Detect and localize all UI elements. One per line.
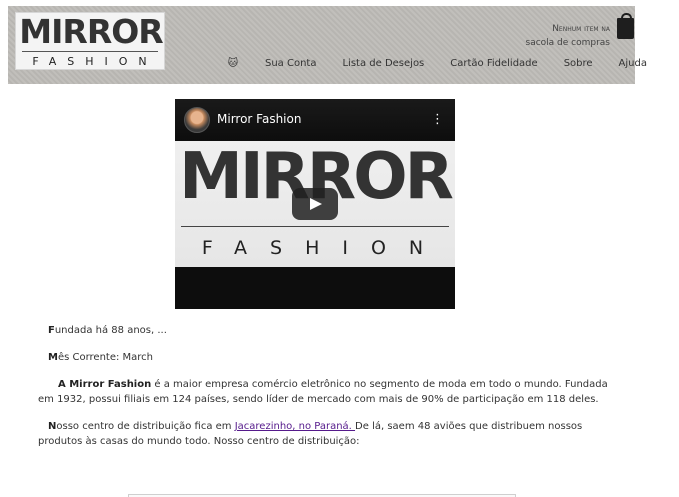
cart-status: Nenhum item na sacola de compras (526, 22, 611, 50)
more-vertical-icon[interactable]: ⋮ (431, 112, 444, 128)
drop-letter: F (48, 325, 55, 336)
brand-name: A Mirror Fashion (58, 379, 152, 390)
distribution-paragraph: Nosso centro de distribuição fica em Jac… (38, 419, 608, 449)
video-header: Mirror Fashion ⋮ (175, 99, 455, 141)
drop-letter: N (48, 421, 57, 432)
logo-title: MIRROR (19, 12, 163, 51)
video-frame-subtitle: FASHION (201, 237, 447, 259)
nav-lista-de-desejos[interactable]: Lista de Desejos (342, 58, 424, 69)
main-nav: 🐱 Sua Conta Lista de Desejos Cartão Fide… (227, 56, 647, 70)
nav-ajuda[interactable]: Ajuda (619, 58, 647, 69)
cat-icon[interactable]: 🐱 (227, 58, 239, 69)
founded-paragraph: Fundada há 88 anos, ... (38, 323, 608, 338)
video-player[interactable]: Mirror Fashion ⋮ MIRROR FASHION (175, 99, 455, 309)
nav-cartao-fidelidade[interactable]: Cartão Fidelidade (450, 58, 537, 69)
logo-divider (22, 51, 158, 52)
play-icon[interactable] (292, 188, 338, 220)
month-paragraph: Mês Corrente: March (38, 350, 608, 365)
video-frame-divider (181, 226, 449, 227)
video-title[interactable]: Mirror Fashion (217, 112, 301, 126)
channel-avatar[interactable] (184, 107, 210, 133)
site-header: MIRROR FASHION Nenhum item na sacola de … (8, 6, 647, 84)
cart-status-line2: sacola de compras (525, 38, 611, 48)
cart-status-line1: Nenhum item na (552, 24, 610, 34)
main-content: Fundada há 88 anos, ... Mês Corrente: Ma… (38, 323, 608, 461)
nav-sobre[interactable]: Sobre (564, 58, 593, 69)
location-link[interactable]: Jacarezinho, no Paraná. (235, 421, 355, 432)
nav-sua-conta[interactable]: Sua Conta (265, 58, 316, 69)
distribution-text-before: osso centro de distribuição fica em (56, 421, 235, 432)
logo[interactable]: MIRROR FASHION (15, 12, 165, 70)
founded-text: undada há 88 anos, ... (54, 325, 167, 336)
about-paragraph: A Mirror Fashion é a maior empresa comér… (38, 377, 608, 407)
logo-subtitle: FASHION (32, 55, 158, 68)
drop-letter: M (48, 352, 58, 363)
shopping-bag-icon[interactable] (617, 13, 634, 39)
cart-widget[interactable]: Nenhum item na sacola de compras (515, 13, 635, 50)
month-text: ês Corrente: March (57, 352, 154, 363)
